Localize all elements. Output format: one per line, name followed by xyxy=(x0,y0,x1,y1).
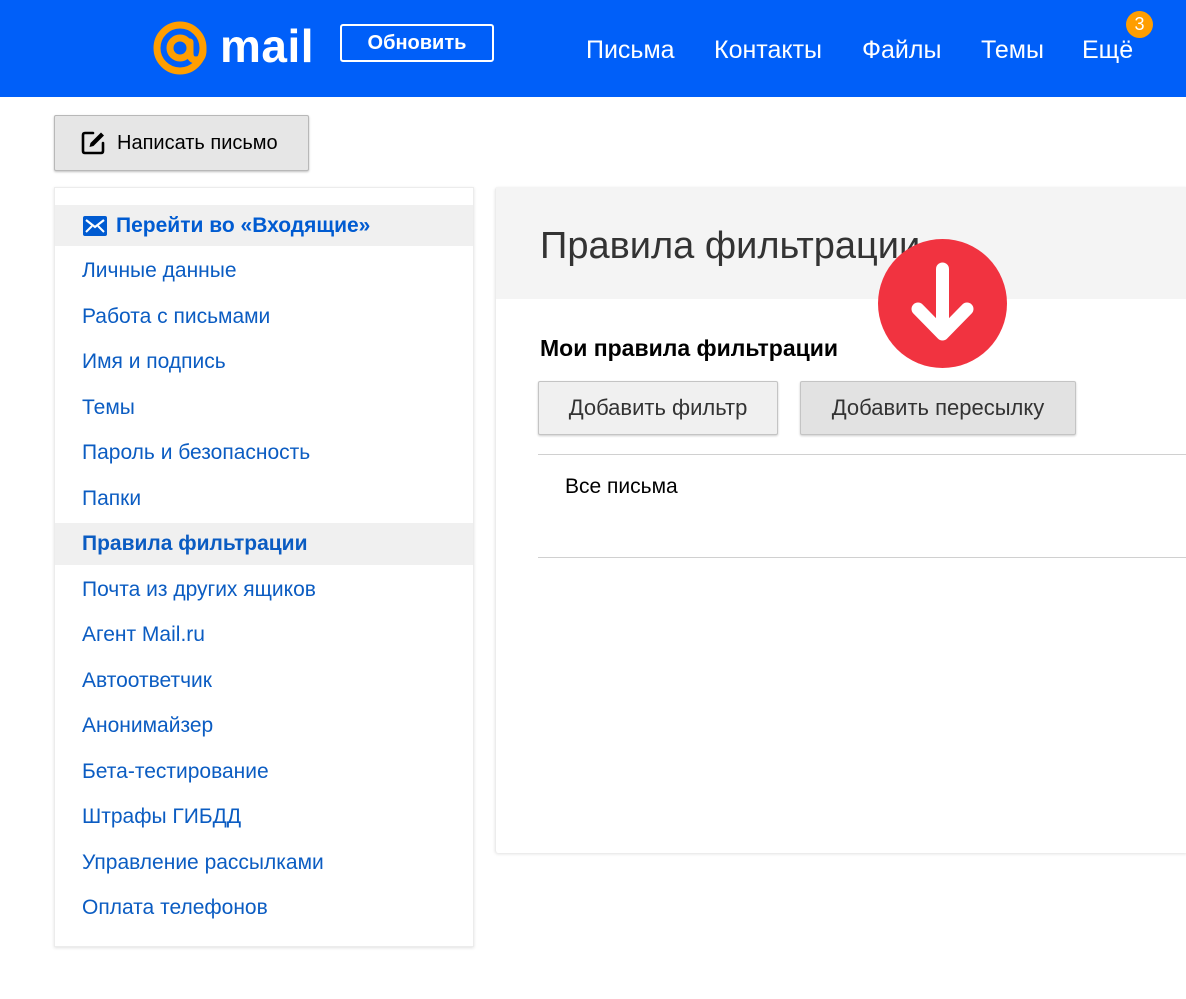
nav-files[interactable]: Файлы xyxy=(862,36,941,65)
nav-more[interactable]: Ещё xyxy=(1082,36,1133,65)
nav-letters[interactable]: Письма xyxy=(586,36,675,65)
logo-wordmark: mail xyxy=(220,20,315,72)
rule-item[interactable]: Все письма xyxy=(565,475,678,499)
nav-contacts[interactable]: Контакты xyxy=(714,36,822,65)
sidebar-item-personal-data[interactable]: Личные данные xyxy=(55,250,473,292)
sidebar-item-folders[interactable]: Папки xyxy=(55,478,473,520)
go-to-inbox-label: Перейти во «Входящие» xyxy=(116,213,371,237)
update-button[interactable]: Обновить xyxy=(340,24,494,62)
sidebar-item-themes[interactable]: Темы xyxy=(55,387,473,429)
top-navigation-bar: mail Обновить Письма Контакты Файлы Темы… xyxy=(0,0,1186,97)
page-title: Правила фильтрации xyxy=(540,225,921,267)
sidebar-item-beta-testing[interactable]: Бета-тестирование xyxy=(55,751,473,793)
divider xyxy=(538,454,1186,455)
section-title: Мои правила фильтрации xyxy=(540,335,839,361)
filter-rules-panel: Правила фильтрации Мои правила фильтраци… xyxy=(495,187,1186,853)
notification-badge: 3 xyxy=(1126,11,1153,38)
at-sign-icon xyxy=(153,21,207,75)
go-to-inbox-link[interactable]: Перейти во «Входящие» xyxy=(55,205,473,246)
sidebar-item-name-signature[interactable]: Имя и подпись xyxy=(55,341,473,383)
sidebar-item-autoresponder[interactable]: Автоответчик xyxy=(55,660,473,702)
sidebar-item-traffic-fines[interactable]: Штрафы ГИБДД xyxy=(55,796,473,838)
sidebar-item-newsletters[interactable]: Управление рассылками xyxy=(55,842,473,884)
sidebar-item-working-with-mail[interactable]: Работа с письмами xyxy=(55,296,473,338)
settings-sidebar: Перейти во «Входящие» Личные данные Рабо… xyxy=(54,187,474,947)
sidebar-item-phone-payment[interactable]: Оплата телефонов xyxy=(55,887,473,929)
divider xyxy=(538,557,1186,558)
arrow-down-icon xyxy=(878,239,1007,368)
compose-label: Написать письмо xyxy=(117,131,278,154)
mail-logo[interactable]: mail xyxy=(152,20,314,76)
envelope-icon xyxy=(83,215,107,236)
add-filter-button[interactable]: Добавить фильтр xyxy=(538,381,778,435)
sidebar-item-mail-agent[interactable]: Агент Mail.ru xyxy=(55,614,473,656)
sidebar-item-password-security[interactable]: Пароль и безопасность xyxy=(55,432,473,474)
sidebar-item-anonymizer[interactable]: Анонимайзер xyxy=(55,705,473,747)
add-forwarding-button[interactable]: Добавить пересылку xyxy=(800,381,1076,435)
panel-header: Правила фильтрации xyxy=(496,187,1186,299)
nav-themes[interactable]: Темы xyxy=(981,36,1044,65)
compose-button[interactable]: Написать письмо xyxy=(54,115,309,171)
sidebar-item-other-mailboxes[interactable]: Почта из других ящиков xyxy=(55,569,473,611)
sidebar-item-filter-rules[interactable]: Правила фильтрации xyxy=(55,523,473,565)
edit-icon xyxy=(81,131,105,155)
